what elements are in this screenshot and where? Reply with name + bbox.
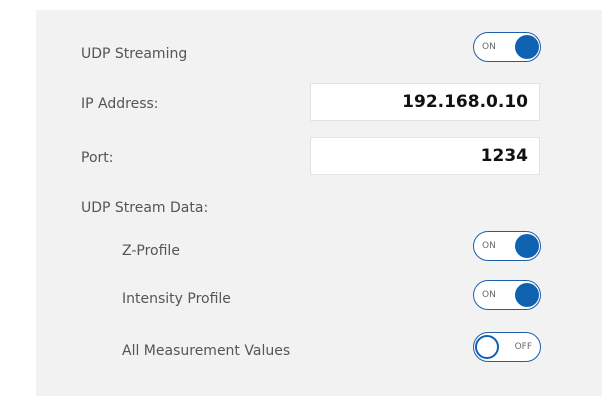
- z-profile-toggle[interactable]: ON: [473, 231, 541, 261]
- udp-settings-panel: UDP Streaming ON IP Address: 192.168.0.1…: [36, 10, 602, 396]
- z-profile-label: Z-Profile: [122, 243, 180, 259]
- udp-stream-data-label: UDP Stream Data:: [81, 200, 209, 216]
- udp-streaming-toggle[interactable]: ON: [473, 32, 541, 62]
- port-label: Port:: [81, 150, 114, 166]
- udp-streaming-toggle-state: ON: [482, 42, 496, 52]
- all-measurement-values-label: All Measurement Values: [122, 343, 291, 359]
- ip-address-field[interactable]: 192.168.0.10: [310, 83, 540, 121]
- all-measurement-values-toggle[interactable]: OFF: [473, 332, 541, 362]
- toggle-knob: [515, 35, 539, 59]
- z-profile-toggle-state: ON: [482, 241, 496, 251]
- toggle-knob: [475, 335, 499, 359]
- intensity-profile-toggle[interactable]: ON: [473, 280, 541, 310]
- all-measurement-values-toggle-state: OFF: [514, 342, 532, 352]
- udp-streaming-label: UDP Streaming: [81, 46, 188, 62]
- toggle-knob: [515, 234, 539, 258]
- intensity-profile-label: Intensity Profile: [122, 291, 231, 307]
- toggle-knob: [515, 283, 539, 307]
- intensity-profile-toggle-state: ON: [482, 290, 496, 300]
- port-field[interactable]: 1234: [310, 137, 540, 175]
- ip-address-label: IP Address:: [81, 96, 159, 112]
